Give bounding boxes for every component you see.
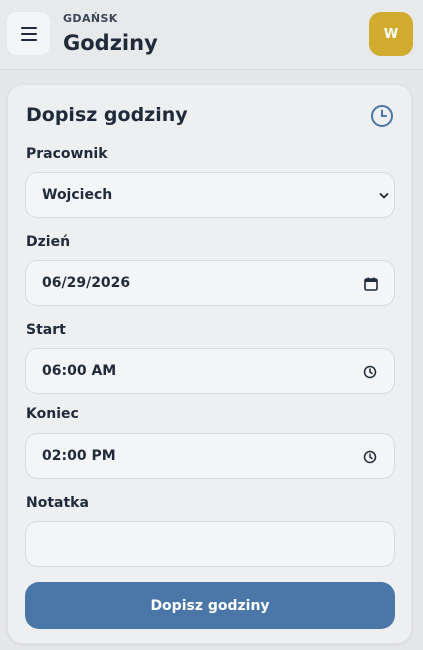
city-label: GDAŃSK — [63, 12, 118, 25]
employee-label: Pracownik — [26, 146, 108, 162]
menu-icon — [20, 26, 37, 41]
calendar-icon[interactable] — [364, 277, 378, 291]
day-label: Dzień — [26, 234, 71, 250]
start-value: 06:00 AM — [42, 363, 117, 379]
day-date-input[interactable]: 06/29/2026 — [25, 260, 395, 306]
time-icon[interactable] — [363, 450, 377, 464]
day-value: 06/29/2026 — [42, 275, 131, 291]
top-bar: GDAŃSK Godziny W — [0, 0, 423, 70]
clock-icon — [371, 105, 393, 127]
end-value: 02:00 PM — [42, 448, 116, 464]
card-title: Dopisz godziny — [26, 104, 188, 126]
add-hours-card: Dopisz godziny Pracownik Wojciech Dzień … — [7, 84, 412, 644]
menu-button[interactable] — [7, 12, 50, 55]
avatar[interactable]: W — [369, 12, 413, 56]
start-time-input[interactable]: 06:00 AM — [25, 348, 395, 394]
note-label: Notatka — [26, 495, 89, 511]
note-input[interactable] — [25, 521, 395, 567]
time-icon[interactable] — [363, 365, 377, 379]
start-label: Start — [26, 322, 66, 338]
end-label: Koniec — [26, 406, 79, 422]
chevron-down-icon — [379, 193, 389, 199]
employee-select[interactable]: Wojciech — [25, 172, 395, 218]
submit-button[interactable]: Dopisz godziny — [25, 582, 395, 629]
end-time-input[interactable]: 02:00 PM — [25, 433, 395, 479]
employee-value: Wojciech — [42, 187, 113, 203]
page-title: Godziny — [63, 31, 158, 55]
